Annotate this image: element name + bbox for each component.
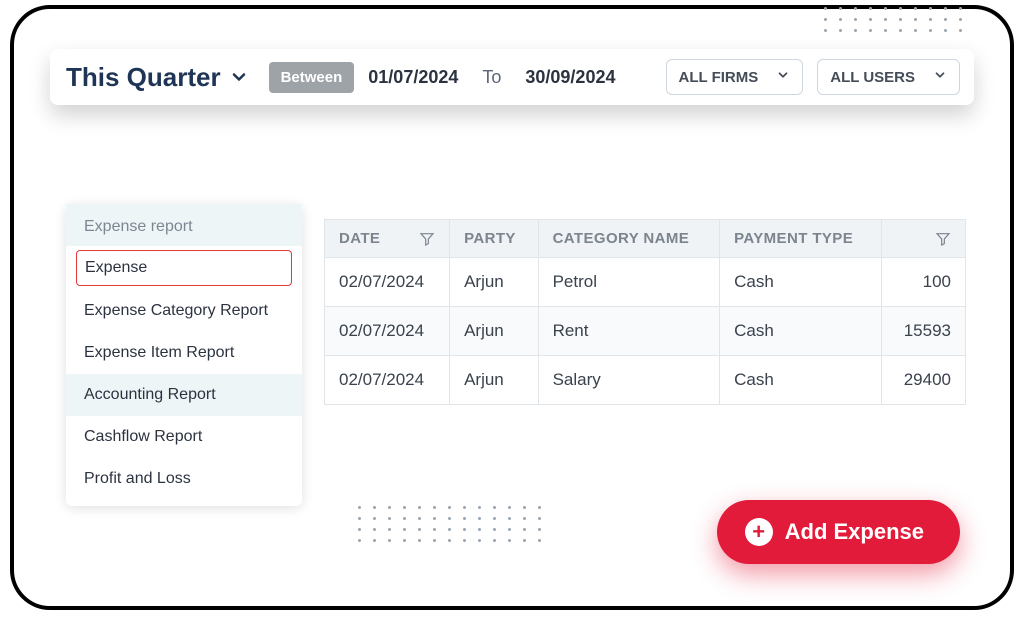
decorative-dots-top xyxy=(824,7,962,32)
col-category[interactable]: CATEGORY NAME xyxy=(538,220,720,258)
period-dropdown[interactable]: This Quarter xyxy=(60,62,255,93)
firms-label: ALL FIRMS xyxy=(679,69,759,86)
col-amount[interactable] xyxy=(882,220,966,258)
table-row[interactable]: 02/07/2024 Arjun Salary Cash 29400 xyxy=(325,356,966,405)
sidebar-item-profit-and-loss[interactable]: Profit and Loss xyxy=(66,458,302,500)
expense-table-wrap: DATE PARTY CATEGORY NAME PAYMENT TYPE xyxy=(324,219,966,405)
sidebar-item-cashflow-report[interactable]: Cashflow Report xyxy=(66,416,302,458)
date-from[interactable]: 01/07/2024 xyxy=(368,67,458,88)
users-select[interactable]: ALL USERS xyxy=(817,59,960,95)
sidebar-section-accounting[interactable]: Accounting Report xyxy=(66,374,302,416)
expense-table: DATE PARTY CATEGORY NAME PAYMENT TYPE xyxy=(324,219,966,405)
plus-icon: + xyxy=(745,518,773,546)
date-range: 01/07/2024 To 30/09/2024 xyxy=(368,67,615,88)
period-label: This Quarter xyxy=(66,62,221,93)
chevron-down-icon xyxy=(933,68,947,86)
chevron-down-icon xyxy=(776,68,790,86)
sidebar-item-expense-category-report[interactable]: Expense Category Report xyxy=(66,290,302,332)
report-sidebar: Expense report Expense Expense Category … xyxy=(66,204,302,506)
date-to[interactable]: 30/09/2024 xyxy=(525,67,615,88)
add-expense-button[interactable]: + Add Expense xyxy=(717,500,960,564)
table-row[interactable]: 02/07/2024 Arjun Petrol Cash 100 xyxy=(325,258,966,307)
decorative-dots-bottom xyxy=(358,506,541,542)
firms-select[interactable]: ALL FIRMS xyxy=(666,59,804,95)
add-expense-label: Add Expense xyxy=(785,519,924,545)
sidebar-section-expense: Expense report xyxy=(66,204,302,246)
filter-bar: This Quarter Between 01/07/2024 To 30/09… xyxy=(50,49,974,105)
to-label: To xyxy=(482,67,501,88)
filter-icon[interactable] xyxy=(419,231,435,247)
table-row[interactable]: 02/07/2024 Arjun Rent Cash 15593 xyxy=(325,307,966,356)
col-party[interactable]: PARTY xyxy=(450,220,539,258)
filter-icon[interactable] xyxy=(935,231,951,247)
col-payment[interactable]: PAYMENT TYPE xyxy=(720,220,882,258)
chevron-down-icon xyxy=(229,67,249,87)
sidebar-item-expense[interactable]: Expense xyxy=(76,250,292,286)
between-label: Between xyxy=(269,62,355,93)
sidebar-item-expense-item-report[interactable]: Expense Item Report xyxy=(66,332,302,374)
users-label: ALL USERS xyxy=(830,69,915,86)
col-date[interactable]: DATE xyxy=(325,220,450,258)
